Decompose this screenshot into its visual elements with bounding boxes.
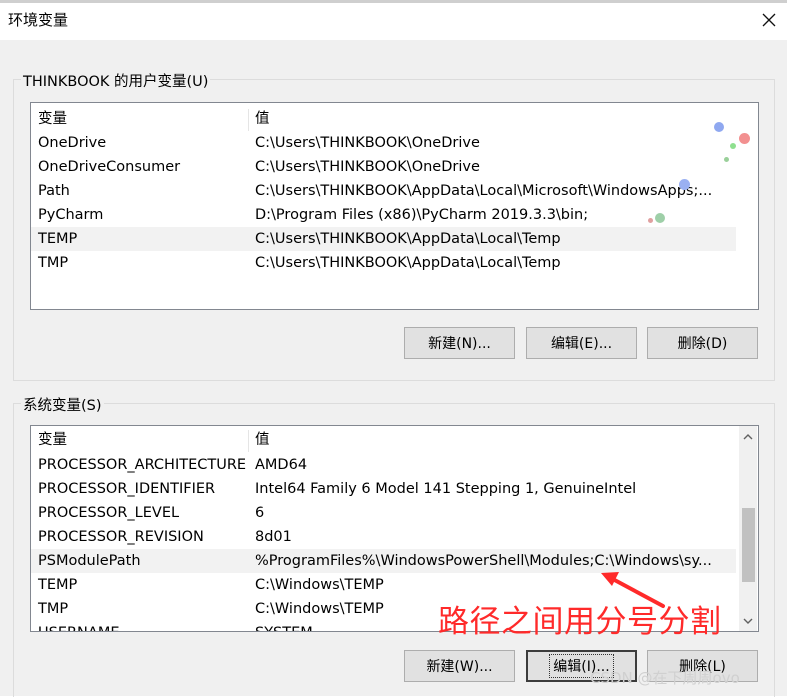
decorative-dot [655, 213, 665, 223]
column-separator[interactable] [248, 430, 249, 452]
column-separator[interactable] [248, 109, 249, 131]
variable-value: 6 [255, 505, 265, 521]
table-row[interactable]: PyCharm D:\Program Files (x86)\PyCharm 2… [31, 203, 736, 227]
variable-value: C:\Windows\TEMP [255, 577, 384, 593]
system-new-button-label: 新建(W)... [426, 659, 493, 675]
table-row[interactable]: PROCESSOR_ARCHITECTURE AMD64 [31, 453, 736, 477]
header-value[interactable]: 值 [255, 107, 270, 131]
table-row[interactable]: PROCESSOR_LEVEL 6 [31, 501, 736, 525]
table-row[interactable]: TMP C:\Users\THINKBOOK\AppData\Local\Tem… [31, 251, 736, 275]
variable-value: C:\Users\THINKBOOK\AppData\Local\Temp [255, 255, 561, 271]
user-new-button[interactable]: 新建(N)... [404, 327, 515, 359]
variable-name: PROCESSOR_LEVEL [38, 505, 180, 521]
variable-name: Path [38, 183, 70, 199]
variable-name: PROCESSOR_IDENTIFIER [38, 481, 216, 497]
variable-name: OneDrive [38, 135, 107, 151]
system-variables-title: 系统变量(S) [21, 394, 104, 415]
variable-name: USERNAME [38, 621, 120, 631]
variable-name: TMP [38, 601, 69, 617]
variable-value: C:\Users\THINKBOOK\OneDrive [255, 159, 480, 175]
decorative-dot [730, 143, 736, 149]
watermark: CSDN @在下周周ovo [590, 669, 740, 687]
variable-name: OneDriveConsumer [38, 159, 181, 175]
variable-name: PROCESSOR_ARCHITECTURE [38, 457, 247, 473]
table-row[interactable]: PROCESSOR_IDENTIFIER Intel64 Family 6 Mo… [31, 477, 736, 501]
table-row[interactable]: PROCESSOR_REVISION 8d01 [31, 525, 736, 549]
variable-value: 8d01 [255, 529, 292, 545]
system-list-header: 变量 值 [31, 428, 736, 452]
variable-value: C:\Users\THINKBOOK\AppData\Local\Temp [255, 231, 561, 247]
scroll-up-arrow-icon[interactable] [739, 428, 756, 445]
close-button[interactable] [751, 3, 787, 37]
user-edit-button[interactable]: 编辑(E)... [526, 327, 637, 359]
title-accent [0, 0, 787, 3]
user-delete-button[interactable]: 删除(D) [647, 327, 758, 359]
annotation-text: 路径之间用分号分割 [438, 604, 722, 640]
header-name[interactable]: 变量 [38, 107, 67, 131]
scrollbar-thumb[interactable] [742, 508, 755, 582]
variable-value: AMD64 [255, 457, 308, 473]
header-value[interactable]: 值 [255, 428, 270, 452]
variable-value: C:\Windows\TEMP [255, 601, 384, 617]
user-variables-list[interactable]: 变量 值 OneDrive C:\Users\THINKBOOK\OneDriv… [30, 102, 759, 310]
table-row[interactable]: OneDrive C:\Users\THINKBOOK\OneDrive [31, 131, 736, 155]
variable-value: C:\Users\THINKBOOK\AppData\Local\Microso… [255, 183, 713, 199]
variable-name: PROCESSOR_REVISION [38, 529, 204, 545]
variable-name: PSModulePath [38, 553, 141, 569]
system-new-button[interactable]: 新建(W)... [404, 650, 515, 682]
variable-name: TMP [38, 255, 69, 271]
variable-value: Intel64 Family 6 Model 141 Stepping 1, G… [255, 481, 637, 497]
variable-value: SYSTEM [255, 621, 313, 631]
user-edit-button-label: 编辑(E)... [550, 336, 613, 352]
decorative-dot [739, 133, 750, 144]
table-row[interactable]: Path C:\Users\THINKBOOK\AppData\Local\Mi… [31, 179, 736, 203]
vertical-scrollbar[interactable] [739, 426, 757, 631]
variable-name: PyCharm [38, 207, 104, 223]
variable-name: TEMP [38, 231, 78, 247]
decorative-dot [714, 122, 724, 132]
title-bar: 环境变量 [0, 0, 787, 40]
user-new-button-label: 新建(N)... [428, 336, 491, 352]
table-row-selected[interactable]: TEMP C:\Users\THINKBOOK\AppData\Local\Te… [31, 227, 736, 251]
user-variables-title: THINKBOOK 的用户变量(U) [21, 70, 211, 91]
variable-value: C:\Users\THINKBOOK\OneDrive [255, 135, 480, 151]
variable-value: D:\Program Files (x86)\PyCharm 2019.3.3\… [255, 207, 589, 223]
variable-name: TEMP [38, 577, 78, 593]
decorative-dot [679, 179, 690, 190]
header-name[interactable]: 变量 [38, 428, 67, 452]
user-list-header: 变量 值 [31, 107, 758, 131]
table-row[interactable]: OneDriveConsumer C:\Users\THINKBOOK\OneD… [31, 155, 736, 179]
user-delete-button-label: 删除(D) [677, 336, 728, 352]
window-title: 环境变量 [8, 11, 69, 29]
close-icon [762, 13, 776, 27]
decorative-dot [648, 218, 653, 223]
decorative-dot [724, 157, 729, 162]
scroll-down-arrow-icon[interactable] [739, 612, 756, 629]
